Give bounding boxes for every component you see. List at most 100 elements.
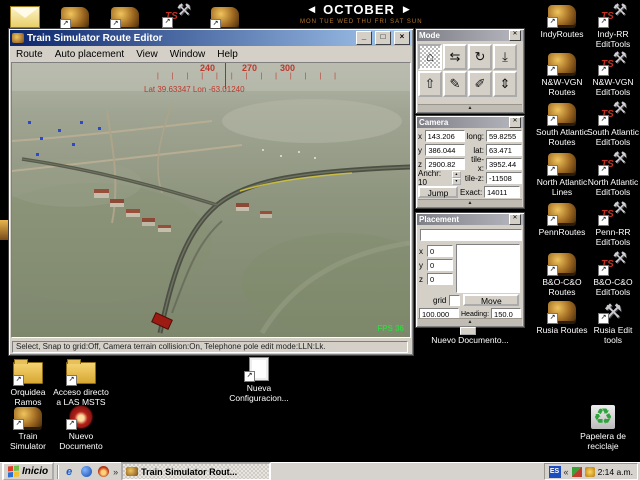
mode-adjust-height-button[interactable]: ⇕ [493, 71, 517, 97]
tray-collapse-icon[interactable]: « [564, 467, 569, 477]
start-button[interactable]: Inicio [2, 462, 55, 480]
placement-x-field[interactable] [427, 245, 453, 257]
camera-jump-button[interactable]: Jump [418, 186, 458, 198]
desktop-icon-train-1[interactable]: ↗ [60, 4, 90, 30]
desktop-icon-label: Nueva Configuracion... [229, 383, 289, 403]
wrench-icon: ⚒ [612, 100, 627, 117]
camera-palette-titlebar[interactable]: Camera ✕ [417, 117, 523, 128]
spin-down-icon[interactable]: ▾ [451, 178, 461, 185]
grid-label: grid [433, 295, 447, 305]
minimize-button[interactable]: _ [356, 31, 372, 45]
mode-place-object-button[interactable]: ⌂ [418, 44, 442, 70]
mode-palette-titlebar[interactable]: Mode ✕ [417, 30, 523, 41]
desktop-icon-boco-routes[interactable]: ↗ B&O-C&O Routes [533, 250, 591, 298]
close-button[interactable]: × [394, 31, 410, 45]
camera-exact-field[interactable] [484, 186, 520, 198]
desktop-icon-rusia-routes[interactable]: ↗ Rusia Routes [533, 298, 591, 336]
calendar-prev-icon[interactable]: ◀ [308, 4, 315, 15]
desktop-icon-folder-2[interactable]: ↗ Acceso directo a LAS MSTS [50, 359, 112, 408]
placement-palette-titlebar[interactable]: Placement ✕ [417, 214, 523, 225]
quicklaunch-nero-icon[interactable] [96, 465, 110, 479]
desktop-icon-train-3[interactable]: ↗ [210, 4, 240, 30]
taskbar-task-train-simulator[interactable]: Train Simulator Rout... [121, 462, 272, 480]
desktop-icon-nwvgn-edittools[interactable]: TS⚒↗ N&W-VGN EditTools [584, 50, 640, 98]
placement-name-field[interactable] [420, 229, 522, 241]
placement-palette: Placement ✕ x y z grid Move H [415, 212, 525, 328]
desktop-icon-label: N&W-VGN Routes [541, 77, 583, 97]
title-bar[interactable]: Train Simulator Route Editor _ □ × [10, 30, 412, 46]
camera-scroll-strip[interactable]: ▲ [418, 199, 522, 207]
placement-object-list[interactable] [456, 244, 520, 293]
desktop-icon-label: Papelera de reciclaje [580, 431, 626, 451]
placement-z-field[interactable] [427, 273, 453, 285]
desktop-icon-nero-doc[interactable]: ↗ Nuevo Documento [50, 404, 112, 452]
desktop-icon-config-doc[interactable]: ↗ Nueva Configuracion... [228, 356, 290, 404]
placement-scroll-strip[interactable]: ▲ [418, 318, 522, 326]
tray-icon-2[interactable] [584, 466, 595, 477]
mode-palette: Mode ✕ ⌂ ⇆ ↻ ⤓ ⇧ ✎ ✐ ⇕ ▲ [415, 28, 525, 114]
desktop-icon-northatlantic-lines[interactable]: ↗ North Atlantic Lines [533, 150, 591, 198]
desktop-icon-train-2[interactable]: ↗ [110, 4, 140, 30]
desktop-icon-penn-routes[interactable]: ↗ PennRoutes [533, 200, 591, 238]
mode-lower-object-button[interactable]: ⤓ [493, 44, 517, 70]
desktop-icon-southatlantic-edittools[interactable]: TS⚒↗ South Atlantic EditTools [584, 100, 640, 148]
menu-view[interactable]: View [136, 49, 158, 60]
desktop-icon-nwvgn-routes[interactable]: ↗ N&W-VGN Routes [533, 50, 591, 98]
camera-tilez-field[interactable] [486, 172, 522, 184]
desktop-icon-indy-edittools[interactable]: TS⚒↗ Indy-RR EditTools [584, 2, 640, 50]
start-label: Inicio [22, 466, 49, 477]
desktop-icon-northatlantic-edittools[interactable]: TS⚒↗ North Atlantic EditTools [584, 150, 640, 198]
menu-help[interactable]: Help [217, 49, 238, 60]
desktop-icon-floating-doc[interactable]: Nuevo Documento... [428, 334, 512, 346]
menu-window[interactable]: Window [170, 49, 206, 60]
mode-move-object-button[interactable]: ⇆ [443, 44, 467, 70]
camera-y-field[interactable] [425, 144, 466, 156]
shortcut-arrow-icon: ↗ [598, 165, 609, 176]
mode-terrain-pencil-button[interactable]: ✎ [443, 71, 467, 97]
desktop-icon-label: South Atlantic EditTools [587, 127, 639, 147]
placement-y-field[interactable] [427, 259, 453, 271]
menu-route[interactable]: Route [16, 49, 43, 60]
desktop-icon-boco-edittools[interactable]: TS⚒↗ B&O-C&O EditTools [584, 250, 640, 298]
desktop-icon-folder-1[interactable]: ↗ Orquidea Ramos [0, 359, 56, 408]
mode-terrain-pick-button[interactable]: ✐ [468, 71, 492, 97]
camera-long-field[interactable] [486, 130, 522, 142]
move-button[interactable]: Move [463, 294, 520, 306]
mode-raise-object-button[interactable]: ⇧ [418, 71, 442, 97]
desktop-icon-penn-edittools[interactable]: TS⚒↗ Penn-RR EditTools [584, 200, 640, 248]
quicklaunch-msn-icon[interactable] [79, 465, 93, 479]
anchr-spinner[interactable]: ▴ ▾ [451, 171, 461, 185]
desktop-icon-indy-routes[interactable]: ↗ IndyRoutes [533, 2, 591, 40]
quicklaunch-overflow-icon[interactable]: » [113, 467, 118, 477]
camera-exact-label: Exact: [460, 187, 483, 197]
mode-close-icon[interactable]: ✕ [509, 30, 521, 41]
camera-x-label: x [418, 131, 422, 141]
mode-scroll-strip[interactable]: ▲ [418, 104, 522, 112]
desktop-icon-tstool-top[interactable]: TS ⚒ ↗ [162, 2, 192, 28]
shortcut-arrow-icon: ↗ [598, 65, 609, 76]
tray-icon-1[interactable] [571, 466, 582, 477]
camera-lat-field[interactable] [486, 144, 522, 156]
calendar-next-icon[interactable]: ▶ [403, 4, 410, 15]
mode-rotate-object-button[interactable]: ↻ [468, 44, 492, 70]
desktop: ↗ ↗ TS ⚒ ↗ ↗ ◀ OCTOBER ▶ MON TUE WED THU… [0, 0, 640, 480]
menu-auto-placement[interactable]: Auto placement [55, 49, 125, 60]
desktop-icon-rusia-edittools[interactable]: ⚒ ↗ Rusia Edit tools [584, 298, 640, 346]
terrain-viewport[interactable]: 240 270 300 | | | | | | | | | | | | | La… [11, 62, 411, 338]
desktop-icon-southatlantic-routes[interactable]: ↗ South Atlantic Routes [533, 100, 591, 148]
terrain-scene [12, 63, 410, 337]
quicklaunch-ie-icon[interactable]: e [62, 465, 76, 479]
placement-close-icon[interactable]: ✕ [509, 214, 521, 225]
desktop-icon-train-simulator[interactable]: ↗ Train Simulator [0, 404, 56, 452]
maximize-button[interactable]: □ [375, 31, 391, 45]
desktop-icon-recycle-bin[interactable]: ♻ Papelera de reciclaje [572, 404, 634, 452]
menu-bar: Route Auto placement View Window Help [9, 47, 413, 61]
camera-tilex-field[interactable] [486, 158, 522, 170]
desktop-icon-mail[interactable] [10, 4, 40, 30]
desktop-icon-label: B&O-C&O Routes [542, 277, 582, 297]
language-indicator[interactable]: ES [548, 465, 561, 478]
camera-x-field[interactable] [424, 130, 465, 142]
spin-up-icon[interactable]: ▴ [451, 171, 461, 178]
camera-close-icon[interactable]: ✕ [509, 117, 521, 128]
grid-checkbox[interactable] [449, 294, 461, 306]
